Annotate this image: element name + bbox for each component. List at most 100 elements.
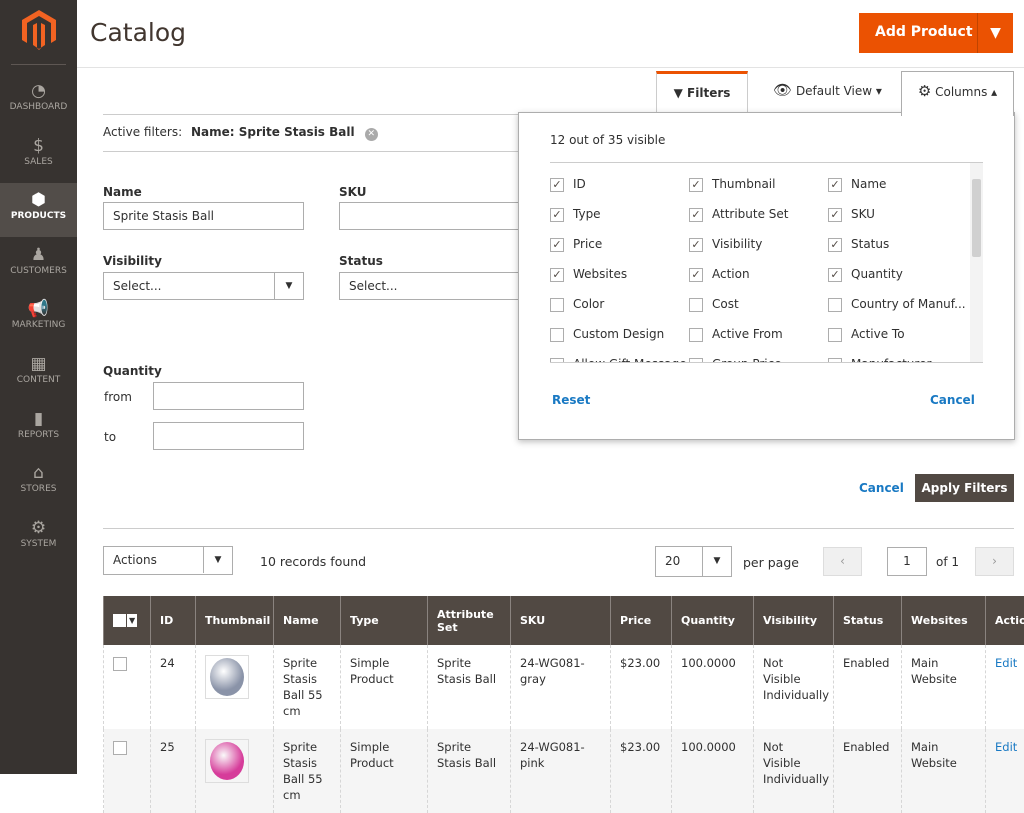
columns-button[interactable]: ⚙ Columns ▴ [901, 71, 1014, 116]
column-toggle[interactable]: ✓Price [550, 237, 602, 253]
product-thumbnail[interactable] [205, 739, 249, 783]
column-header[interactable]: Websites [902, 596, 986, 645]
checkbox-checked[interactable]: ✓ [828, 208, 842, 222]
product-thumbnail[interactable] [205, 655, 249, 699]
column-header[interactable]: Quantity [672, 596, 754, 645]
name-filter-input[interactable]: Sprite Stasis Ball [103, 202, 304, 230]
column-toggle[interactable]: ✓SKU [828, 207, 875, 223]
checkbox-unchecked[interactable] [550, 298, 564, 312]
checkbox-unchecked[interactable] [828, 358, 842, 364]
sidebar-item-system[interactable]: ⚙SYSTEM [0, 511, 77, 565]
checkbox-checked[interactable]: ✓ [689, 238, 703, 252]
column-toggle[interactable]: Color [550, 297, 604, 313]
column-toggle[interactable]: Custom Design [550, 327, 664, 343]
row-checkbox[interactable] [113, 741, 127, 755]
column-toggle[interactable]: Active From [689, 327, 783, 343]
columns-reset-button[interactable]: Reset [552, 393, 590, 407]
checkbox-unchecked[interactable] [828, 328, 842, 342]
checkbox-checked[interactable]: ✓ [689, 268, 703, 282]
edit-link[interactable]: Edit [995, 656, 1017, 670]
column-header[interactable]: SKU [511, 596, 611, 645]
default-view-button[interactable]: 👁 Default View ▾ [760, 71, 895, 114]
column-header[interactable]: Action [986, 596, 1024, 645]
columns-cancel-button[interactable]: Cancel [930, 393, 975, 407]
sidebar-item-content[interactable]: ▦CONTENT [0, 347, 77, 401]
column-header[interactable]: Type [341, 596, 428, 645]
visibility-cell: Not Visible Individually [754, 645, 834, 729]
column-toggle[interactable]: ✓Status [828, 237, 889, 253]
checkbox-unchecked[interactable] [689, 298, 703, 312]
column-toggle[interactable]: ✓Quantity [828, 267, 903, 283]
column-header[interactable]: Attribute Set [428, 596, 511, 645]
page-number-input[interactable]: 1 [887, 547, 927, 576]
column-toggle[interactable]: Active To [828, 327, 905, 343]
quantity-to-input[interactable] [153, 422, 304, 450]
sidebar-item-marketing[interactable]: 📢MARKETING [0, 292, 77, 346]
table-row: 25 Sprite Stasis Ball 55 cm Simple Produ… [104, 729, 1024, 813]
sidebar-item-label: CONTENT [17, 375, 61, 385]
column-toggle[interactable]: ✓ID [550, 177, 586, 193]
active-filters-label: Active filters: [103, 125, 182, 139]
sidebar-item-dashboard[interactable]: ◔DASHBOARD [0, 74, 77, 128]
checkbox-checked[interactable]: ✓ [550, 208, 564, 222]
row-checkbox[interactable] [113, 657, 127, 671]
checkbox-unchecked[interactable] [550, 328, 564, 342]
column-header[interactable]: Name [274, 596, 341, 645]
column-header[interactable]: Price [611, 596, 672, 645]
checkbox-checked[interactable]: ✓ [550, 238, 564, 252]
checkbox-checked[interactable]: ✓ [689, 178, 703, 192]
add-product-dropdown-toggle[interactable]: ▼ [977, 13, 1013, 53]
column-toggle[interactable]: ✓Thumbnail [689, 177, 775, 193]
column-toggle[interactable]: Country of Manuf... [828, 297, 966, 313]
apply-filters-button[interactable]: Apply Filters [915, 474, 1014, 502]
chevron-down-icon[interactable]: ▼ [127, 614, 137, 627]
sidebar-item-sales[interactable]: $SALES [0, 129, 77, 183]
column-toggle[interactable]: Cost [689, 297, 739, 313]
checkbox-checked[interactable]: ✓ [689, 208, 703, 222]
mass-select-checkbox[interactable] [113, 614, 126, 627]
per-page-select[interactable]: 20▼ [655, 546, 732, 577]
checkbox-unchecked[interactable] [689, 358, 703, 364]
checkbox-unchecked[interactable] [828, 298, 842, 312]
column-toggle[interactable]: Allow Gift Message [550, 357, 687, 363]
column-toggle[interactable]: ✓Visibility [689, 237, 762, 253]
column-toggle[interactable]: Group Price [689, 357, 782, 363]
add-product-button[interactable]: Add Product ▼ [859, 13, 1013, 53]
visibility-filter-select[interactable]: Select...▼ [103, 272, 304, 300]
column-header[interactable]: Visibility [754, 596, 834, 645]
column-toggle[interactable]: ✓Action [689, 267, 750, 283]
prev-page-button[interactable]: ‹ [823, 547, 862, 576]
checkbox-unchecked[interactable] [689, 328, 703, 342]
status-filter-select[interactable]: Select... [339, 272, 519, 300]
columns-scrollbar[interactable] [970, 163, 983, 363]
sku-filter-input[interactable] [339, 202, 519, 230]
filters-cancel-button[interactable]: Cancel [859, 481, 904, 495]
remove-filter-icon[interactable]: ✕ [365, 128, 378, 141]
magento-logo[interactable] [22, 10, 56, 50]
next-page-button[interactable]: › [975, 547, 1014, 576]
quantity-from-input[interactable] [153, 382, 304, 410]
mass-select-header[interactable]: ▼ [104, 596, 151, 645]
checkbox-checked[interactable]: ✓ [828, 238, 842, 252]
mass-actions-select[interactable]: Actions▼ [103, 546, 233, 575]
checkbox-unchecked[interactable] [550, 358, 564, 364]
checkbox-checked[interactable]: ✓ [828, 268, 842, 282]
sidebar-item-customers[interactable]: ♟CUSTOMERS [0, 238, 77, 292]
column-toggle[interactable]: ✓Websites [550, 267, 627, 283]
sidebar-item-products[interactable]: ⬢PRODUCTS [0, 183, 77, 237]
column-toggle[interactable]: ✓Attribute Set [689, 207, 789, 223]
sidebar-item-stores[interactable]: ⌂STORES [0, 456, 77, 510]
column-toggle[interactable]: ✓Name [828, 177, 886, 193]
column-header[interactable]: Thumbnail [196, 596, 274, 645]
column-toggle[interactable]: ✓Type [550, 207, 601, 223]
checkbox-checked[interactable]: ✓ [550, 268, 564, 282]
checkbox-checked[interactable]: ✓ [550, 178, 564, 192]
column-header[interactable]: ID [151, 596, 196, 645]
column-header[interactable]: Status [834, 596, 902, 645]
column-toggle[interactable]: Manufacturer [828, 357, 931, 363]
edit-link[interactable]: Edit [995, 740, 1017, 754]
checkbox-checked[interactable]: ✓ [828, 178, 842, 192]
active-filter-text: Name: Sprite Stasis Ball [191, 125, 355, 139]
sidebar-item-reports[interactable]: ▮REPORTS [0, 402, 77, 456]
filters-button[interactable]: ▼ Filters [656, 71, 748, 114]
